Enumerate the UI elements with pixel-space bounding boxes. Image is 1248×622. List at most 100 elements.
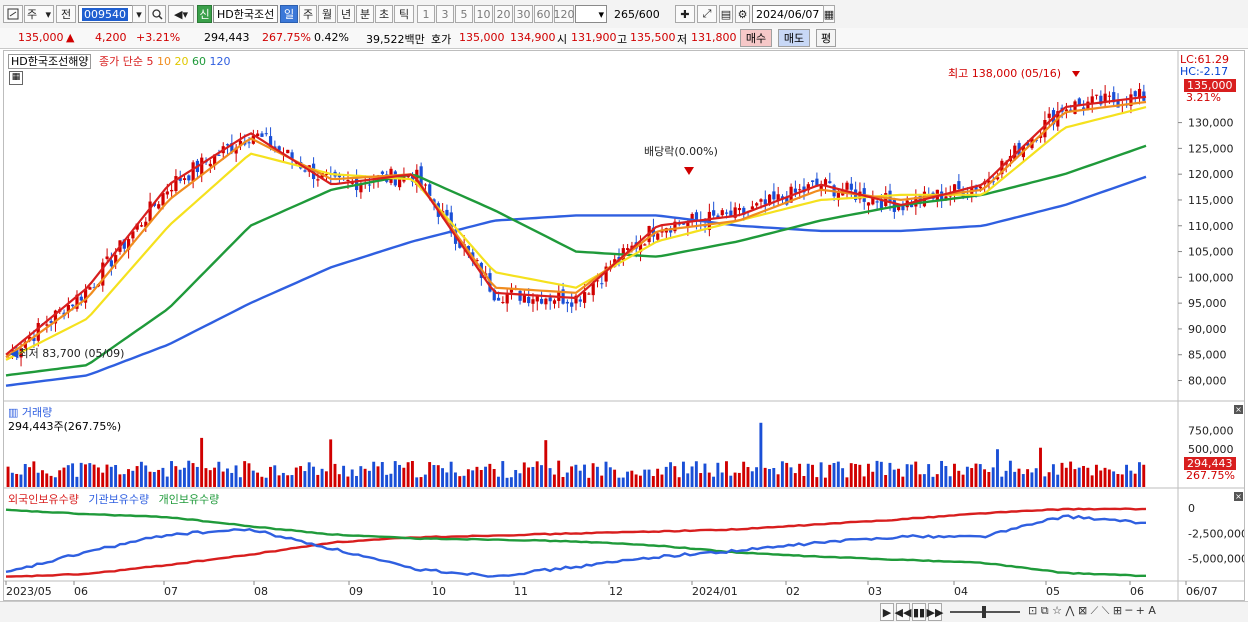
volume-bar [88, 463, 92, 487]
save-icon[interactable]: ▤ [719, 5, 733, 23]
sell-button[interactable]: 매도 [778, 29, 810, 47]
period-minute[interactable]: 분 [356, 5, 374, 23]
volume-bar [935, 474, 939, 487]
candle-body [600, 283, 604, 285]
volume-bar [587, 477, 591, 487]
volume-bar [1030, 472, 1034, 487]
dividend-annotation: 배당락(0.00%) [644, 145, 718, 158]
chart-area[interactable]: 130,000 125,000 120,000 115,000 110,000 105,0… [3, 50, 1245, 601]
search-icon[interactable] [148, 5, 166, 23]
holding-axis-label: -5,000,000 [1188, 553, 1244, 566]
volume-bar [273, 465, 277, 487]
bottom-toolbar: ▶ ◀◀ ▮▮ ▶▶ ⊡ ⧉ ☆ ⋀ ⊠ ⟋ ⟍ ⊞ ─ + A [0, 601, 1248, 622]
data-count[interactable]: 265/600 [611, 5, 668, 23]
interval-30[interactable]: 30 [514, 5, 533, 23]
volume-bar [983, 469, 987, 487]
period-week[interactable]: 주 [299, 5, 317, 23]
scroll-right-icon[interactable]: ▶ [880, 603, 894, 621]
drawing-tools-icon[interactable]: ⊡ ⧉ ☆ ⋀ ⊠ ⟋ ⟍ ⊞ ─ + A [1028, 604, 1156, 618]
candle-body [712, 210, 716, 216]
legend-institution: 기관보유수량 [88, 493, 150, 506]
period-month[interactable]: 월 [318, 5, 336, 23]
interval-10[interactable]: 10 [474, 5, 493, 23]
y-axis-label: 100,000 [1188, 271, 1234, 284]
eval-button[interactable]: 평 [816, 29, 836, 47]
candle-body [139, 225, 144, 227]
volume-bar [901, 476, 905, 487]
prev-button[interactable]: 전 [56, 5, 76, 23]
fast-forward-icon[interactable]: ▶▶ [927, 603, 943, 621]
interval-5[interactable]: 5 [455, 5, 473, 23]
stock-name-field[interactable]: HD한국조선 [213, 5, 278, 23]
volume-bar [535, 461, 539, 487]
volume-bar [32, 461, 36, 487]
volume-bar [346, 476, 350, 487]
chart-canvas[interactable]: 130,000 125,000 120,000 115,000 110,000 105,0… [4, 51, 1244, 600]
candle-body [772, 191, 776, 200]
calendar-icon[interactable]: ▦ [823, 5, 835, 23]
candle-body [518, 290, 522, 301]
interval-120[interactable]: 120 [554, 5, 575, 23]
volume-bar [699, 473, 703, 487]
interval-1[interactable]: 1 [417, 5, 435, 23]
turnover-rate: 0.42% [314, 31, 349, 44]
close-icon[interactable]: × [1234, 405, 1243, 414]
volume-bar [677, 477, 681, 487]
x-axis-label: 08 [254, 585, 268, 598]
zoom-icon[interactable]: ⤢ [697, 5, 717, 23]
period-year[interactable]: 년 [337, 5, 355, 23]
speaker-icon[interactable]: ◀▾ [168, 5, 194, 23]
volume-bar [858, 464, 862, 487]
volume-bar [651, 476, 655, 487]
interval-3[interactable]: 3 [436, 5, 454, 23]
zoom-slider-handle[interactable] [982, 606, 986, 618]
y-axis-label: 130,000 [1188, 117, 1234, 130]
code-dropdown-icon[interactable]: ▾ [132, 5, 146, 23]
volume-bar [557, 460, 561, 487]
volume-bar [583, 464, 586, 487]
close-icon[interactable]: × [1234, 492, 1243, 501]
period-second[interactable]: 초 [375, 5, 393, 23]
volume-bar [647, 469, 651, 487]
volume-bar [948, 476, 952, 487]
period-day[interactable]: 일 [280, 5, 298, 23]
volume-bar [75, 476, 79, 487]
volume-bar [565, 472, 569, 487]
volume-bar [1026, 469, 1030, 487]
volume-bar [578, 470, 582, 487]
table-icon[interactable]: ▦ [9, 71, 23, 85]
y-axis-label: 115,000 [1188, 194, 1234, 207]
candle-body [264, 133, 268, 135]
chart-type-icon[interactable] [3, 5, 23, 23]
volume-bar [828, 464, 832, 487]
period-tick[interactable]: 틱 [394, 5, 414, 23]
volume-bar [849, 463, 853, 487]
interval-60[interactable]: 60 [534, 5, 553, 23]
volume-bar [759, 422, 763, 487]
crosshair-icon[interactable]: ✚ [675, 5, 695, 23]
price-change: 4,200 [95, 31, 127, 44]
candle-body [380, 171, 385, 174]
pause-icon[interactable]: ▮▮ [912, 603, 926, 621]
volume-bar [509, 477, 513, 487]
volume-bar [664, 466, 668, 487]
buy-button[interactable]: 매수 [740, 29, 772, 47]
volume-bar [823, 477, 827, 487]
rewind-icon[interactable]: ◀◀ [895, 603, 911, 621]
date-input[interactable]: 2024/06/07 [752, 5, 834, 23]
candle-body [105, 256, 109, 259]
volume-bar [225, 468, 229, 487]
data-count-value: 265 [614, 7, 635, 21]
volume-bar [854, 463, 857, 487]
volume-bar [393, 461, 397, 487]
interval-20[interactable]: 20 [494, 5, 513, 23]
interval-custom-input[interactable]: ▾ [575, 5, 607, 23]
volume-bar [927, 464, 931, 487]
volume-bar [892, 469, 896, 487]
stock-tag[interactable]: HD한국조선해양 [8, 54, 92, 69]
volume-bar [957, 470, 961, 487]
period-select[interactable]: 주 ▾ [24, 5, 54, 23]
ma-title: 종가 단순 [98, 55, 143, 68]
gear-icon[interactable]: ⚙ [735, 5, 750, 23]
stock-code-input[interactable]: 009540 [78, 5, 136, 23]
